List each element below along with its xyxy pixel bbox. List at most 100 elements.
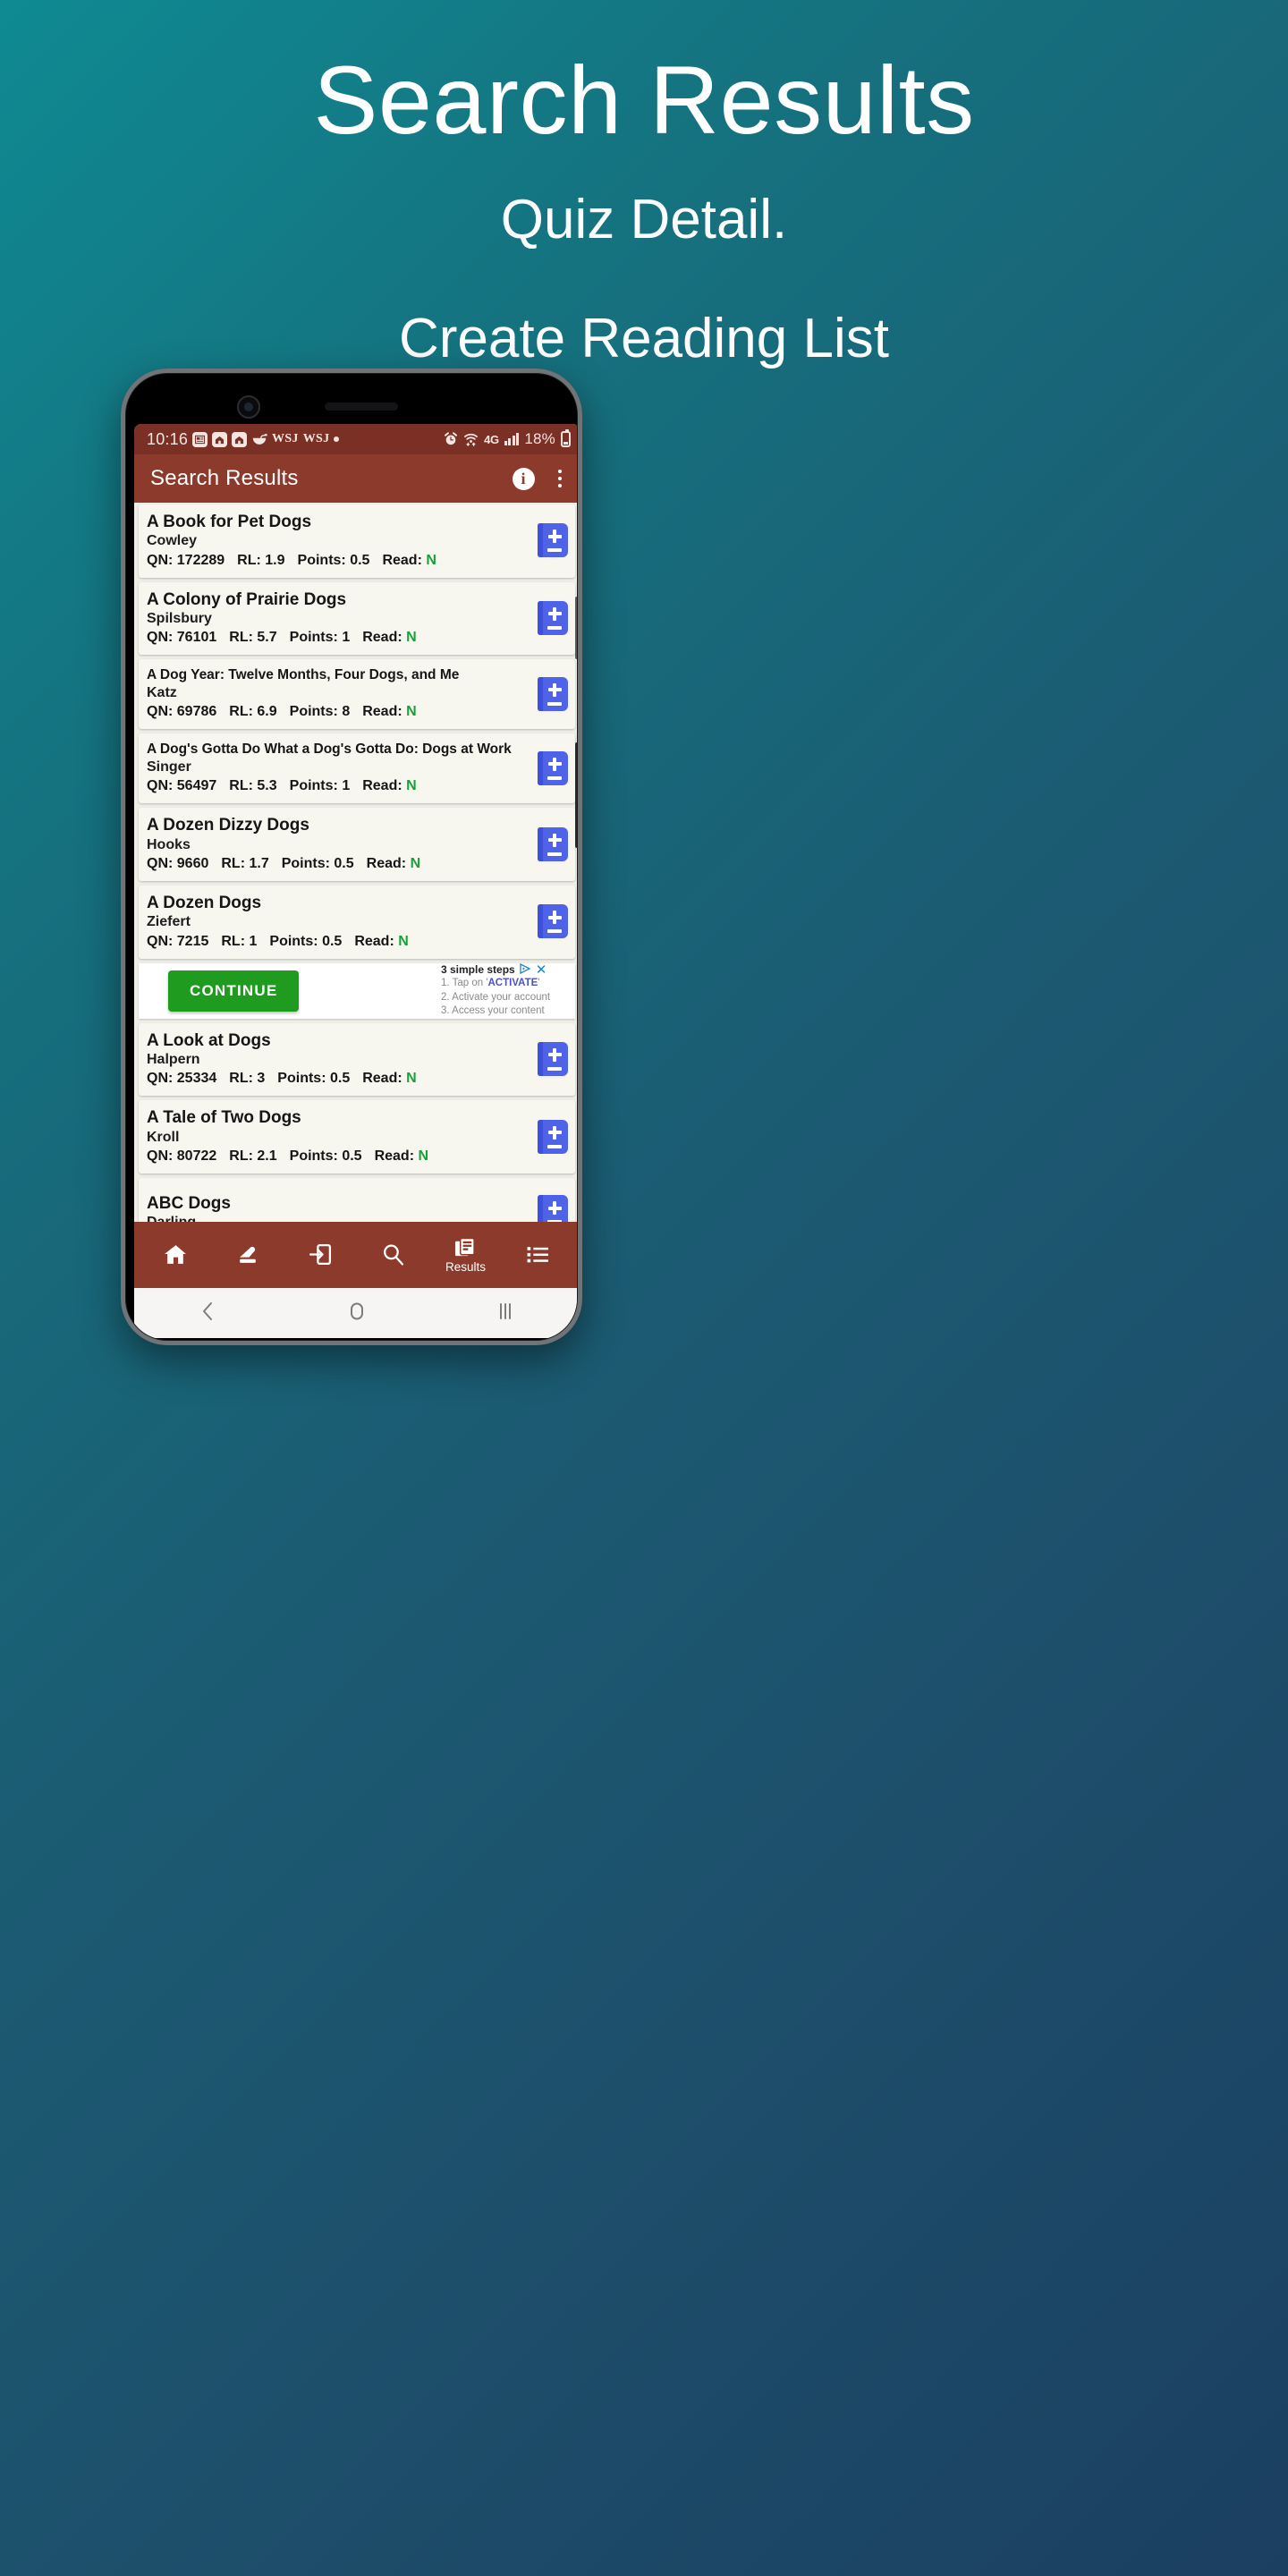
- ad-step-2: 2. Activate your account: [441, 991, 551, 1003]
- table-row[interactable]: A Colony of Prairie Dogs Spilsbury QN: 7…: [139, 581, 575, 656]
- qn-label: QN:: [147, 778, 174, 794]
- points-label: Points:: [289, 630, 338, 646]
- ad-right: 3 simple steps ✕ 1. Tap on 'ACTIVATE' 2.…: [441, 963, 575, 1018]
- book-info: A Dozen Dizzy Dogs Hooks QN: 9660 RL: 1.…: [147, 816, 530, 872]
- points-value: 0.5: [350, 552, 370, 568]
- points-label: Points:: [281, 855, 330, 871]
- rl-value: 5.7: [257, 630, 277, 646]
- points-value: 0.5: [342, 1148, 362, 1164]
- rl-value: 3: [257, 1071, 266, 1087]
- qn-label: QN:: [147, 552, 174, 568]
- table-row[interactable]: A Tale of Two Dogs Kroll QN: 80722 RL: 2…: [139, 1100, 575, 1174]
- book-author: Darling: [147, 1215, 530, 1222]
- qn-value: 172289: [176, 552, 225, 568]
- earpiece-speaker: [325, 402, 398, 411]
- scanner-icon: [240, 1246, 256, 1263]
- ad-close-icon[interactable]: ✕: [536, 963, 547, 977]
- book-author: Kroll: [147, 1129, 180, 1145]
- battery-icon: [561, 429, 571, 447]
- adchoices-icon[interactable]: [520, 963, 531, 975]
- read-value: N: [406, 704, 417, 720]
- book-meta: QN: 9660 RL: 1.7 Points: 0.5 Read: N: [147, 856, 530, 872]
- nav-results[interactable]: Results: [437, 1237, 495, 1274]
- sys-back-button[interactable]: [198, 1301, 219, 1326]
- book-info: A Book for Pet Dogs Cowley QN: 172289 RL…: [147, 513, 530, 569]
- book-title: ABC Dogs: [147, 1193, 231, 1213]
- results-icon: [454, 1237, 475, 1256]
- book-plus-icon: [538, 600, 568, 635]
- qn-value: 69786: [176, 704, 217, 720]
- ad-headline: 3 simple steps: [441, 963, 515, 977]
- book-title: A Tale of Two Dogs: [147, 1108, 301, 1128]
- book-meta: QN: 69786 RL: 6.9 Points: 8 Read: N: [147, 704, 530, 720]
- table-row[interactable]: ABC Dogs Darling: [139, 1177, 575, 1222]
- status-bar-left: 10:16 WSJ WSJ: [147, 429, 340, 449]
- points-label: Points:: [289, 1148, 338, 1164]
- add-to-reading-list-button[interactable]: [538, 826, 568, 861]
- nav-search[interactable]: [365, 1242, 422, 1268]
- pot-icon: [251, 433, 267, 446]
- points-value: 8: [342, 704, 351, 720]
- read-value: N: [406, 1071, 417, 1087]
- advertisement-banner[interactable]: CONTINUE 3 simple steps ✕ 1. Tap on 'ACT…: [139, 962, 575, 1019]
- ad-step1-highlight: ACTIVATE: [487, 978, 538, 989]
- add-to-reading-list-button[interactable]: [538, 1119, 568, 1154]
- wsj-label: WSJ: [272, 432, 299, 445]
- nav-results-label: Results: [445, 1259, 486, 1274]
- ad-continue-button[interactable]: CONTINUE: [168, 970, 300, 1012]
- promo-subtitle-1: Quiz Detail.: [500, 189, 788, 250]
- add-to-reading-list-button[interactable]: [538, 676, 568, 711]
- add-to-reading-list-button[interactable]: [538, 750, 568, 785]
- info-icon[interactable]: i: [512, 467, 535, 490]
- table-row[interactable]: A Dozen Dizzy Dogs Hooks QN: 9660 RL: 1.…: [139, 808, 575, 881]
- book-meta: QN: 25334 RL: 3 Points: 0.5 Read: N: [147, 1071, 530, 1087]
- add-to-reading-list-button[interactable]: [538, 1041, 568, 1076]
- overflow-menu-icon[interactable]: [553, 466, 568, 492]
- news-icon: [192, 431, 208, 447]
- table-row[interactable]: A Dog Year: Twelve Months, Four Dogs, an…: [139, 659, 575, 730]
- read-label: Read:: [362, 778, 402, 794]
- status-time: 10:16: [147, 429, 189, 448]
- add-to-reading-list-button[interactable]: [538, 600, 568, 635]
- book-author: Hooks: [147, 836, 191, 852]
- recents-icon: [500, 1302, 511, 1319]
- book-plus-icon: [538, 1041, 568, 1076]
- add-to-reading-list-button[interactable]: [538, 1195, 568, 1222]
- table-row[interactable]: A Look at Dogs Halpern QN: 25334 RL: 3 P…: [139, 1022, 575, 1097]
- android-system-nav: [134, 1288, 577, 1338]
- sys-recents-button[interactable]: [495, 1301, 516, 1326]
- book-title: A Dog's Gotta Do What a Dog's Gotta Do: …: [147, 741, 512, 758]
- nav-login[interactable]: [292, 1242, 350, 1268]
- book-plus-icon: [538, 1195, 568, 1222]
- rl-label: RL:: [237, 552, 261, 568]
- table-row[interactable]: A Dog's Gotta Do What a Dog's Gotta Do: …: [139, 733, 575, 804]
- list-scrollbar[interactable]: [575, 503, 577, 1222]
- phone-screen-frame: 10:16 WSJ WSJ 4G 18% Search Results i A …: [126, 374, 577, 1340]
- book-info: A Look at Dogs Halpern QN: 25334 RL: 3 P…: [147, 1031, 530, 1088]
- ad-step1-suffix: ': [538, 978, 540, 989]
- wsj-label: WSJ: [302, 432, 330, 445]
- rl-label: RL:: [229, 1071, 253, 1087]
- nav-scanner[interactable]: [220, 1242, 277, 1268]
- nav-list[interactable]: [510, 1242, 567, 1268]
- qn-value: 7215: [176, 933, 209, 949]
- front-camera-icon: [237, 395, 260, 419]
- table-row[interactable]: A Book for Pet Dogs Cowley QN: 172289 RL…: [139, 504, 575, 578]
- rl-label: RL:: [229, 630, 253, 646]
- points-value: 1: [342, 778, 351, 794]
- qn-value: 76101: [176, 630, 217, 646]
- table-row[interactable]: A Dozen Dogs Ziefert QN: 7215 RL: 1 Poin…: [139, 885, 575, 959]
- read-value: N: [406, 630, 417, 646]
- scrollbar-thumb[interactable]: [575, 597, 577, 659]
- add-to-reading-list-button[interactable]: [538, 523, 568, 558]
- nav-home[interactable]: [148, 1242, 205, 1268]
- book-author: Ziefert: [147, 914, 191, 930]
- book-title: A Look at Dogs: [147, 1030, 271, 1050]
- list-icon: [527, 1246, 548, 1262]
- sys-home-button[interactable]: [346, 1301, 368, 1326]
- promo-subtitle-2: Create Reading List: [399, 308, 889, 369]
- search-results-list[interactable]: A Book for Pet Dogs Cowley QN: 172289 RL…: [134, 503, 577, 1222]
- add-to-reading-list-button[interactable]: [538, 904, 568, 939]
- scrollbar-thumb[interactable]: [575, 742, 577, 848]
- app-screen: 10:16 WSJ WSJ 4G 18% Search Results i A …: [134, 424, 577, 1338]
